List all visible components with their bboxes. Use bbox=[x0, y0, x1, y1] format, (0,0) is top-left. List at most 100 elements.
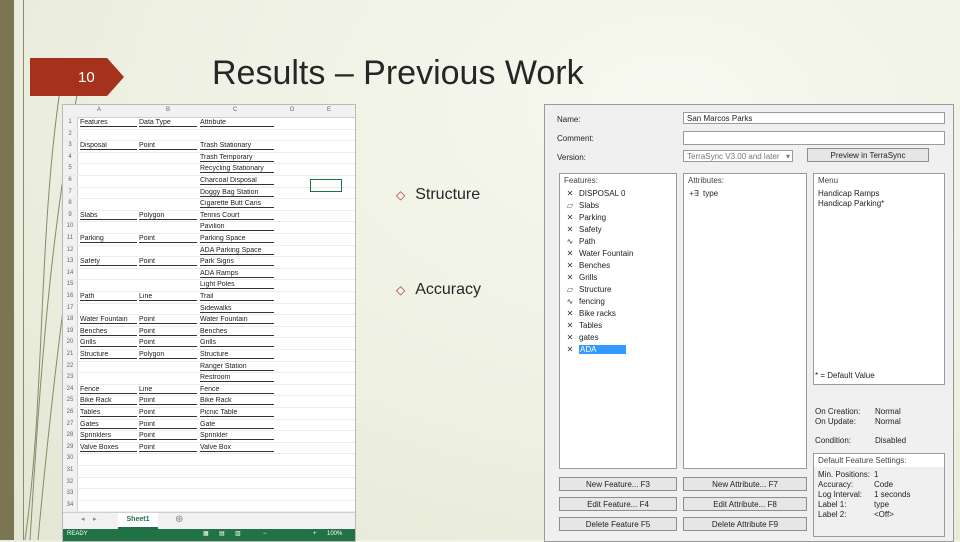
features-list[interactable]: Features: ✕ DISPOSAL 0 ▱ Slabs ✕ Parking ✕ Safe… bbox=[559, 173, 677, 469]
row-number[interactable]: 26 bbox=[63, 409, 77, 415]
add-sheet-icon[interactable]: ⊕ bbox=[175, 514, 183, 525]
cell-attribute[interactable]: Ranger Station bbox=[200, 363, 274, 371]
column-header-d[interactable]: D bbox=[290, 107, 294, 113]
zoom-out-icon[interactable]: − bbox=[263, 531, 267, 537]
cell-feature[interactable]: Bike Rack bbox=[80, 397, 137, 406]
row-number[interactable]: 15 bbox=[63, 281, 77, 287]
row-number[interactable]: 2 bbox=[63, 131, 77, 137]
cell-attribute[interactable]: Grills bbox=[200, 339, 274, 348]
attribute-item[interactable]: +∃ type bbox=[688, 188, 792, 199]
cell-attribute[interactable]: Light Poles bbox=[200, 281, 274, 290]
next-sheet-icon[interactable]: ▸ bbox=[93, 515, 97, 523]
feature-item[interactable]: ✕ gates bbox=[564, 332, 599, 343]
new-feature-button[interactable]: New Feature... F3 bbox=[559, 477, 677, 491]
cell-attribute[interactable]: Structure bbox=[200, 351, 274, 359]
feature-item[interactable]: ✕ Benches bbox=[564, 260, 611, 271]
row-number[interactable]: 12 bbox=[63, 247, 77, 253]
cell-attribute[interactable]: Doggy Bag Station bbox=[200, 189, 274, 197]
row-number[interactable]: 29 bbox=[63, 444, 77, 450]
menu-item[interactable]: Handicap Parking* bbox=[818, 198, 884, 209]
cell-attribute[interactable]: Trash Stationary bbox=[200, 142, 274, 151]
cell-feature[interactable]: Benches bbox=[80, 328, 137, 336]
cell-attribute[interactable]: Trash Temporary bbox=[200, 154, 274, 162]
row-number[interactable]: 31 bbox=[63, 467, 77, 473]
cell-attribute[interactable]: Sidewalks bbox=[200, 305, 274, 313]
selected-cell[interactable] bbox=[310, 179, 342, 192]
cell-feature[interactable]: Fence bbox=[80, 386, 137, 394]
row-number[interactable]: 5 bbox=[63, 165, 77, 171]
feature-item[interactable]: ▱ Structure bbox=[564, 284, 612, 295]
feature-item[interactable]: ∿ fencing bbox=[564, 296, 605, 307]
cell-feature[interactable]: Safety bbox=[80, 258, 137, 267]
sheet-tab[interactable]: Sheet1 bbox=[118, 513, 158, 529]
cell-data-type[interactable]: Point bbox=[139, 432, 197, 441]
feature-item[interactable]: ✕ Bike racks bbox=[564, 308, 616, 319]
feature-item[interactable]: ✕ Tables bbox=[564, 320, 602, 331]
cell-feature[interactable]: Gates bbox=[80, 421, 137, 429]
cell-attribute[interactable]: Tennis Court bbox=[200, 212, 274, 220]
cell-feature[interactable]: Sprinklers bbox=[80, 432, 137, 441]
chevron-down-icon[interactable]: ▾ bbox=[786, 151, 790, 162]
cell-feature[interactable]: Structure bbox=[80, 351, 137, 359]
cell-data-type[interactable]: Point bbox=[139, 421, 197, 429]
row-number[interactable]: 28 bbox=[63, 432, 77, 438]
row-number[interactable]: 30 bbox=[63, 455, 77, 461]
column-header-a[interactable]: A bbox=[97, 107, 101, 113]
feature-item[interactable]: ✕ Parking bbox=[564, 212, 606, 223]
column-header-e[interactable]: E bbox=[327, 107, 331, 113]
row-number[interactable]: 27 bbox=[63, 421, 77, 427]
cell-attribute[interactable]: Recycling Stationary bbox=[200, 165, 274, 174]
row-number[interactable]: 34 bbox=[63, 502, 77, 508]
cell-feature[interactable]: Valve Boxes bbox=[80, 444, 137, 452]
cell-attribute[interactable]: ADA Parking Space bbox=[200, 247, 274, 255]
column-header-b[interactable]: B bbox=[166, 107, 170, 113]
row-number[interactable]: 11 bbox=[63, 235, 77, 241]
menu-list[interactable]: Menu Handicap Ramps Handicap Parking* bbox=[813, 173, 945, 385]
cell-data-type[interactable]: Line bbox=[139, 386, 197, 394]
row-number[interactable]: 19 bbox=[63, 328, 77, 334]
cell-data-type[interactable]: Point bbox=[139, 444, 197, 452]
attributes-list[interactable]: Attributes: +∃ type bbox=[683, 173, 807, 469]
column-header-c[interactable]: C bbox=[233, 107, 237, 113]
feature-item[interactable]: ✕ Water Fountain bbox=[564, 248, 634, 259]
row-number[interactable]: 14 bbox=[63, 270, 77, 276]
name-field[interactable]: San Marcos Parks bbox=[683, 112, 945, 124]
cell-attribute[interactable]: Park Signs bbox=[200, 258, 274, 267]
cell-data-type[interactable]: Point bbox=[139, 316, 197, 325]
row-number[interactable]: 21 bbox=[63, 351, 77, 357]
cell-feature[interactable]: Disposal bbox=[80, 142, 137, 151]
cell-attribute[interactable]: Parking Space bbox=[200, 235, 274, 243]
row-number[interactable]: 1 bbox=[63, 119, 77, 125]
row-number[interactable]: 4 bbox=[63, 154, 77, 160]
cell-attribute[interactable]: Cigarette Butt Cans bbox=[200, 200, 274, 209]
cell-attribute[interactable]: Benches bbox=[200, 328, 274, 336]
page-break-icon[interactable]: ▥ bbox=[235, 530, 241, 537]
feature-item[interactable]: ✕ Grills bbox=[564, 272, 598, 283]
cell-data-type[interactable]: Point bbox=[139, 339, 197, 348]
cell-attribute[interactable]: Bike Rack bbox=[200, 397, 274, 406]
row-number[interactable]: 18 bbox=[63, 316, 77, 322]
prev-sheet-icon[interactable]: ◂ bbox=[81, 515, 85, 523]
cell-attribute[interactable]: Gate bbox=[200, 421, 274, 429]
row-number[interactable]: 10 bbox=[63, 223, 77, 229]
comment-field[interactable] bbox=[683, 131, 945, 145]
on-creation-value[interactable]: Normal bbox=[875, 407, 901, 416]
cell-data-type[interactable]: Point bbox=[139, 409, 197, 417]
cell-data-type[interactable]: Point bbox=[139, 235, 197, 243]
zoom-level[interactable]: 100% bbox=[327, 531, 342, 537]
row-number[interactable]: 25 bbox=[63, 397, 77, 403]
row-number[interactable]: 24 bbox=[63, 386, 77, 392]
cell-attribute[interactable]: ADA Ramps bbox=[200, 270, 274, 278]
cell-data-type[interactable]: Point bbox=[139, 258, 197, 267]
cell-attribute[interactable]: Valve Box bbox=[200, 444, 274, 452]
edit-attribute-button[interactable]: Edit Attribute... F8 bbox=[683, 497, 807, 511]
row-number[interactable]: 33 bbox=[63, 490, 77, 496]
cell-feature[interactable]: Grills bbox=[80, 339, 137, 348]
cell-feature[interactable]: Water Fountain bbox=[80, 316, 137, 325]
row-number[interactable]: 32 bbox=[63, 479, 77, 485]
cell-feature[interactable]: Features bbox=[80, 119, 137, 127]
feature-item[interactable]: ✕ ADA bbox=[564, 344, 627, 355]
feature-item[interactable]: ✕ Safety bbox=[564, 224, 602, 235]
preview-button[interactable]: Preview in TerraSync bbox=[807, 148, 929, 162]
delete-feature-button[interactable]: Delete Feature F5 bbox=[559, 517, 677, 531]
